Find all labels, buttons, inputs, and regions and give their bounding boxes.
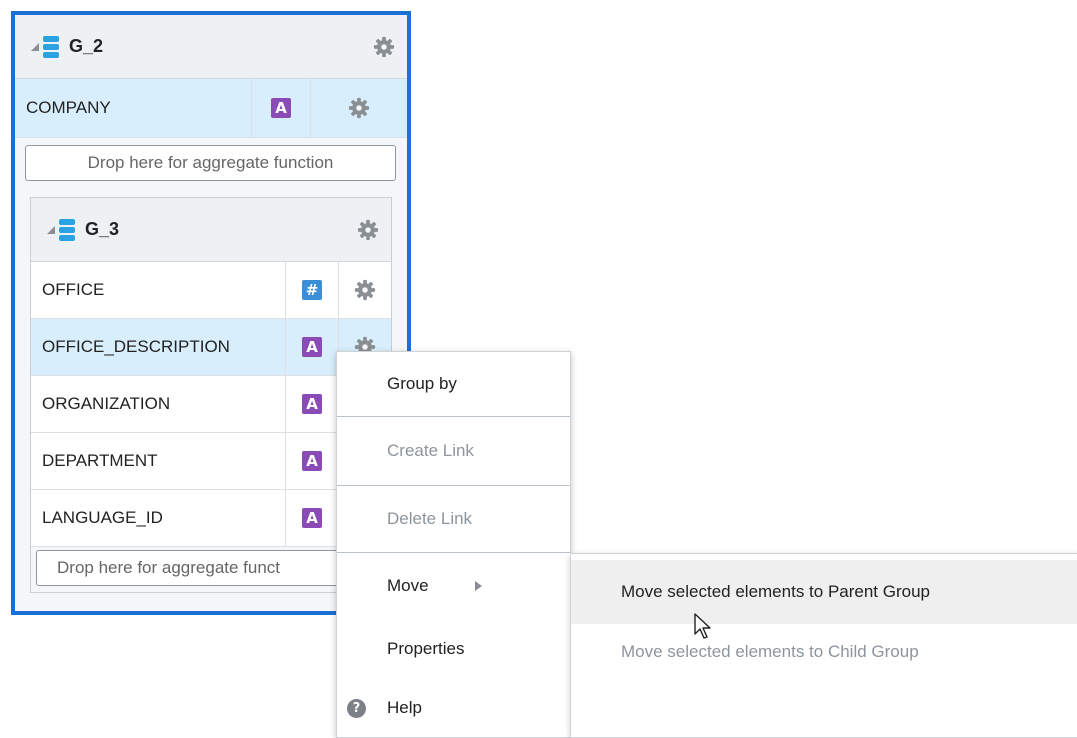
gear-icon[interactable] [373,36,395,58]
database-icon [43,36,59,58]
move-submenu: Move selected elements to Parent Group M… [570,553,1077,738]
menu-item-help[interactable]: ? Help [337,679,570,737]
field-settings-cell[interactable] [338,262,391,318]
menu-item-properties[interactable]: Properties [337,619,570,679]
gear-icon[interactable] [357,219,379,241]
collapse-triangle-icon[interactable] [31,42,39,51]
numeric-type-icon: # [302,280,322,300]
submenu-item-label: Move selected elements to Parent Group [621,582,930,601]
group-name: G_3 [85,219,120,239]
menu-item-label: Move [387,576,429,595]
submenu-item-move-to-child[interactable]: Move selected elements to Child Group [571,620,1077,684]
field-type-cell: A [251,79,310,137]
field-settings-cell[interactable] [310,79,407,137]
menu-item-label: Create Link [387,441,474,460]
field-type-cell: A [285,433,338,489]
field-type-cell: A [285,376,338,432]
field-name: COMPANY [26,98,111,117]
field-name: LANGUAGE_ID [42,508,163,527]
submenu-item-label: Move selected elements to Child Group [621,642,919,661]
alpha-type-icon: A [302,394,322,414]
submenu-item-move-to-parent[interactable]: Move selected elements to Parent Group [571,560,1077,624]
group-g2-header[interactable]: G_2 [15,15,407,79]
menu-item-group-by[interactable]: Group by [337,352,570,416]
gear-icon[interactable] [354,279,376,301]
submenu-arrow-icon [475,581,482,591]
mouse-cursor-icon [694,613,711,639]
context-menu: Group by Create Link Delete Link Move Pr… [336,351,571,738]
alpha-type-icon: A [302,451,322,471]
aggregate-drop-zone[interactable]: Drop here for aggregate function [25,145,396,181]
menu-item-create-link[interactable]: Create Link [337,417,570,485]
field-row-company[interactable]: COMPANY A [15,79,407,138]
field-name: OFFICE [42,280,105,299]
group-name: G_2 [69,36,104,56]
group-g3-header[interactable]: G_3 [31,198,391,262]
menu-item-move[interactable]: Move [337,553,570,619]
field-type-cell: A [285,319,338,375]
menu-item-delete-link[interactable]: Delete Link [337,486,570,552]
database-icon [59,219,75,241]
menu-item-label: Delete Link [387,509,473,528]
alpha-type-icon: A [302,337,322,357]
help-icon: ? [347,698,366,718]
gear-icon[interactable] [348,97,370,119]
alpha-type-icon: A [302,508,322,528]
field-type-cell: # [285,262,338,318]
aggregate-drop-zone[interactable]: Drop here for aggregate funct [36,550,386,586]
collapse-triangle-icon[interactable] [47,225,55,234]
field-row-office[interactable]: OFFICE # [31,262,391,319]
field-type-cell: A [285,490,338,546]
menu-item-label: Group by [387,374,457,393]
field-name: ORGANIZATION [42,394,171,413]
menu-item-label: Help [387,698,422,717]
alpha-type-icon: A [271,98,291,118]
field-name: DEPARTMENT [42,451,158,470]
field-name: OFFICE_DESCRIPTION [42,337,230,356]
menu-item-label: Properties [387,639,465,658]
